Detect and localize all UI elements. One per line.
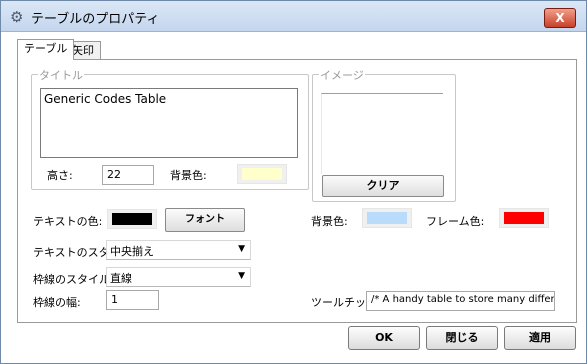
font-button[interactable]: フォント [165, 208, 245, 232]
title-bg-swatch [242, 168, 282, 180]
window-title: テーブルのプロパティ [31, 12, 160, 27]
bg-color-label: 背景色: [311, 215, 348, 228]
tab-table[interactable]: テーブル [17, 39, 75, 60]
close-dialog-button[interactable]: 閉じる [426, 326, 498, 350]
tooltip-input[interactable]: /* A handy table to store many differe [366, 291, 555, 311]
title-bar: ⚙ テーブルのプロパティ X [1, 1, 586, 32]
text-color-button[interactable] [107, 209, 157, 229]
border-width-label: 枠線の幅: [33, 296, 81, 309]
close-button[interactable]: X [544, 8, 576, 28]
chevron-down-icon: ▼ [238, 271, 245, 281]
title-bg-label: 背景色: [170, 169, 207, 182]
image-group-label: イメージ [319, 67, 365, 83]
properties-dialog: ⚙ テーブルのプロパティ X テーブル 矢印 タイトル Generic Code… [0, 0, 587, 364]
height-input[interactable]: 22 [102, 165, 154, 185]
border-style-label: 枠線のスタイル: [33, 273, 114, 286]
clear-button[interactable]: クリア [322, 175, 444, 197]
text-color-label: テキストの色: [33, 215, 103, 228]
frame-color-label: フレーム色: [426, 215, 485, 228]
border-style-value: 直線 [110, 272, 132, 285]
border-width-input[interactable]: 1 [106, 290, 159, 310]
frame-color-swatch [504, 212, 544, 224]
height-label: 高さ: [47, 169, 73, 182]
image-preview [321, 93, 443, 174]
text-style-select[interactable]: 中央揃え ▼ [106, 240, 251, 260]
title-group-label: タイトル [38, 67, 84, 83]
ok-button[interactable]: OK [348, 326, 420, 350]
bg-color-swatch [367, 212, 407, 224]
gear-icon: ⚙ [10, 8, 24, 26]
frame-color-button[interactable] [499, 208, 549, 228]
border-style-select[interactable]: 直線 ▼ [106, 267, 251, 287]
text-style-value: 中央揃え [110, 245, 154, 258]
title-textarea[interactable]: Generic Codes Table [40, 88, 298, 158]
bg-color-button[interactable] [362, 208, 412, 228]
title-bg-color-button[interactable] [237, 164, 287, 184]
apply-button[interactable]: 適用 [504, 326, 576, 350]
chevron-down-icon: ▼ [238, 244, 245, 254]
text-color-swatch [112, 213, 152, 225]
